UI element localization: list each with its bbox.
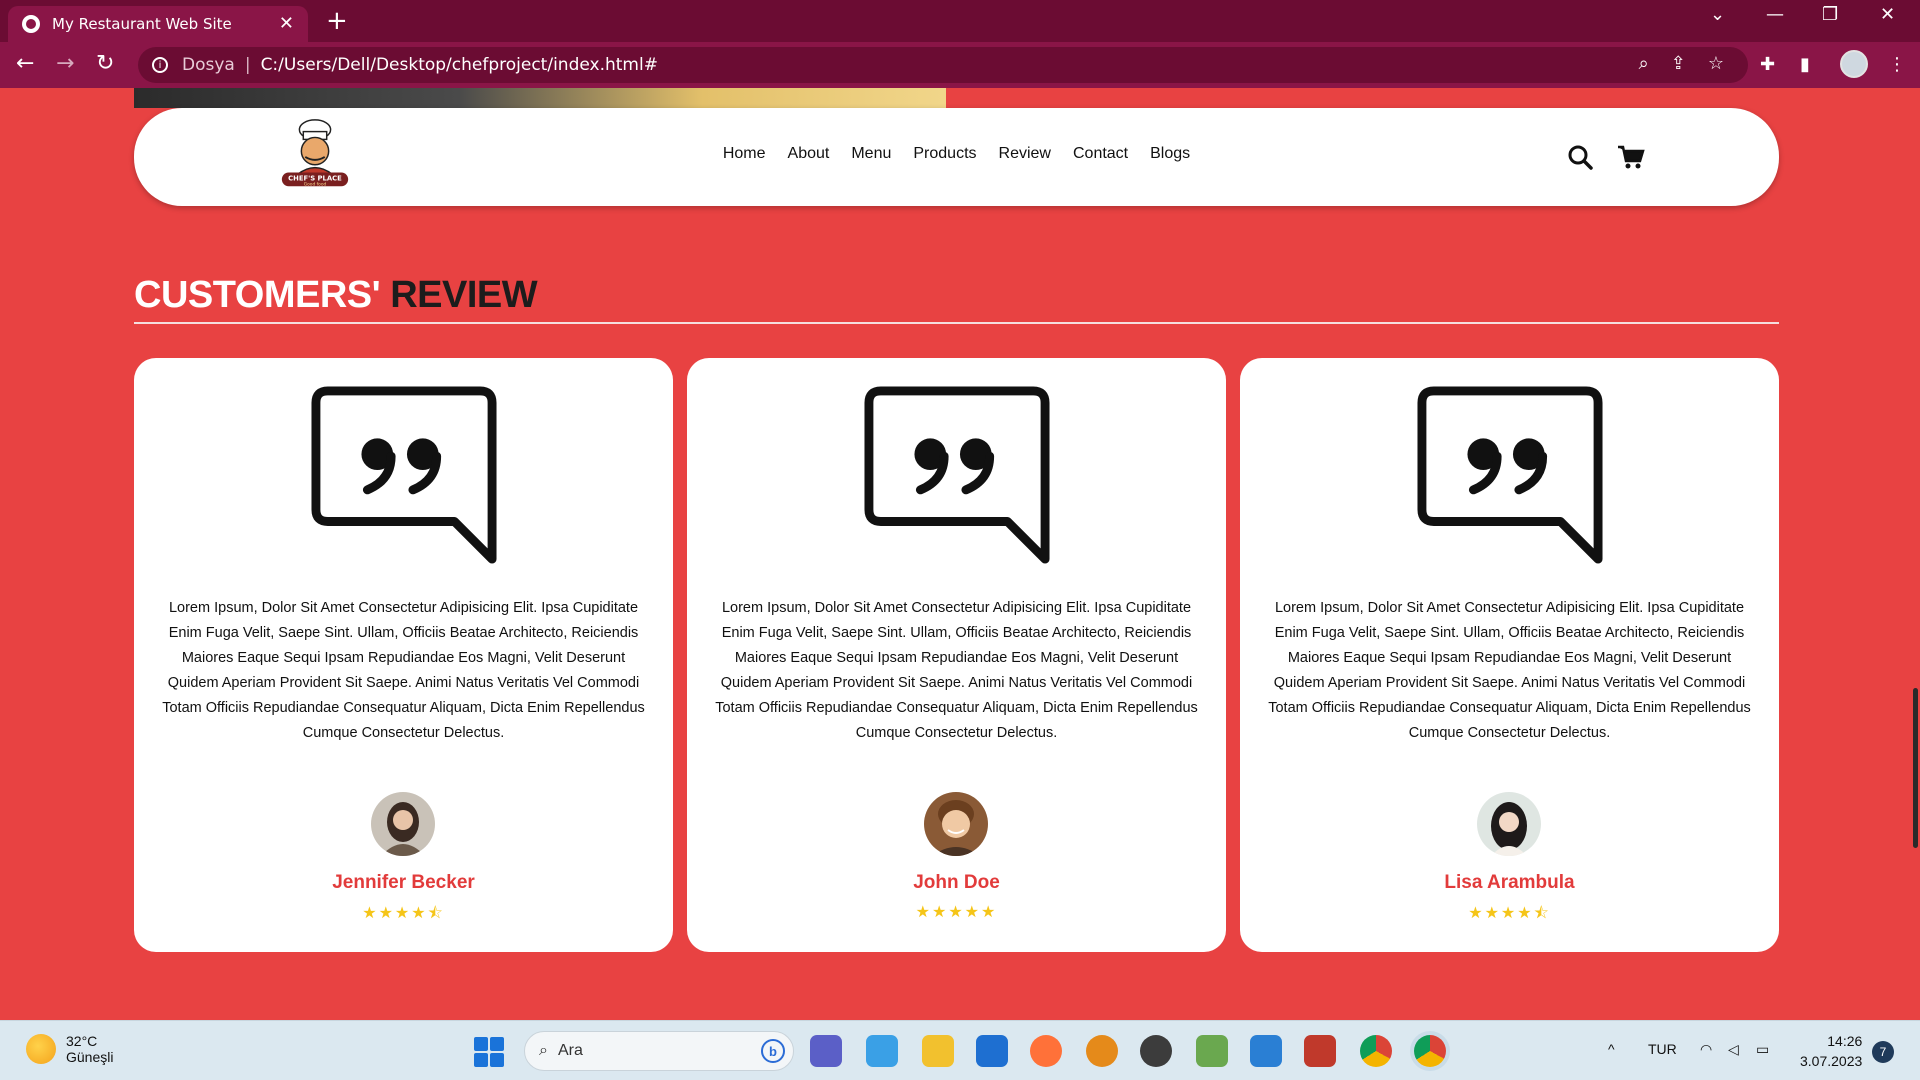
quote-bubble-icon [864,386,1050,564]
tab-title: My Restaurant Web Site [52,15,232,33]
address-bar[interactable]: i Dosya | C:/Users/Dell/Desktop/chefproj… [138,47,1748,83]
minimize-button[interactable]: — [1766,4,1784,25]
chrome-active-icon[interactable] [1414,1035,1446,1067]
rating-stars: ★★★★⯪ [362,903,445,922]
site-info-icon[interactable]: i [152,57,168,73]
hero-image-strip [134,88,946,108]
clock-time: 14:26 [1827,1033,1863,1049]
nav-home[interactable]: Home [723,145,766,163]
taskbar-search-placeholder: Ara [557,1042,583,1059]
share-icon[interactable]: ⇪ [1671,53,1686,74]
browser-menu-icon[interactable]: ⋮ [1888,54,1906,75]
site-navbar: CHEF'S PLACE Good food Home About Menu P… [134,108,1779,206]
url-scheme-label: Dosya [182,55,235,75]
web-page: CHEF'S PLACE Good food Home About Menu P… [0,88,1920,1020]
extensions-icon[interactable]: ✚ [1760,54,1775,75]
reviewer-name: Lisa Arambula [1444,872,1575,893]
taskbar: 32°C Güneşli ⌕ Ara b ^ TUR ◠ ◁ ▭ 14:26 3… [0,1020,1920,1080]
browser-toolbar: ← → ↻ i Dosya | C:/Users/Dell/Desktop/ch… [0,42,1920,88]
recorder-icon[interactable] [1304,1035,1336,1067]
app-icon[interactable] [1140,1035,1172,1067]
review-card: Lorem Ipsum, Dolor Sit Amet Consectetur … [1240,358,1779,952]
browser-tab[interactable]: My Restaurant Web Site ✕ [8,6,308,42]
volume-icon[interactable]: ◁ [1728,1041,1739,1058]
back-button[interactable]: ← [16,50,34,78]
review-cards: Lorem Ipsum, Dolor Sit Amet Consectetur … [134,358,1779,952]
nav-blogs[interactable]: Blogs [1150,145,1190,163]
firefox-icon[interactable] [1030,1035,1062,1067]
review-text: Lorem Ipsum, Dolor Sit Amet Consectetur … [162,600,645,741]
tray-chevron-icon[interactable]: ^ [1608,1041,1615,1057]
review-text: Lorem Ipsum, Dolor Sit Amet Consectetur … [715,600,1198,741]
teams-icon[interactable] [810,1035,842,1067]
page-scrollbar[interactable] [1912,88,1920,1020]
browser-tabstrip: My Restaurant Web Site ✕ + ⌄ — ❐ ✕ [0,0,1920,42]
rating-stars: ★★★★★ [915,902,998,921]
globe-icon [22,15,40,33]
title-divider [134,322,1779,324]
reviewer-name: Jennifer Becker [332,872,475,893]
taskbar-search[interactable]: ⌕ Ara b [524,1031,794,1071]
reviewer-avatar [924,792,988,856]
reviewer-avatar [371,792,435,856]
tab-search-chevron-icon[interactable]: ⌄ [1710,4,1725,25]
weather-widget[interactable]: 32°C Güneşli [26,1033,113,1065]
wifi-icon[interactable]: ◠ [1700,1041,1712,1058]
new-tab-button[interactable]: + [326,8,348,34]
notification-badge[interactable]: 7 [1872,1041,1894,1063]
language-indicator[interactable]: TUR [1648,1041,1677,1057]
side-panel-icon[interactable]: ▮ [1800,54,1810,75]
nav-review[interactable]: Review [999,145,1051,163]
section-title-part1: CUSTOMERS' [134,274,381,316]
magnifier-app-icon[interactable] [1086,1035,1118,1067]
chrome-icon[interactable] [1360,1035,1392,1067]
close-window-button[interactable]: ✕ [1880,4,1895,25]
section-title: CUSTOMERS' REVIEW [134,274,538,317]
bing-icon[interactable]: b [761,1039,785,1063]
nav-icons [1567,144,1645,170]
bookmark-star-icon[interactable]: ☆ [1708,53,1724,74]
reload-button[interactable]: ↻ [96,50,114,78]
cart-icon[interactable] [1617,144,1645,170]
rating-stars: ★★★★⯪ [1468,903,1551,922]
url-text[interactable]: C:/Users/Dell/Desktop/chefproject/index.… [261,55,658,75]
review-text: Lorem Ipsum, Dolor Sit Amet Consectetur … [1268,600,1751,741]
store-icon[interactable] [866,1035,898,1067]
nav-products[interactable]: Products [913,145,976,163]
main-menu: Home About Menu Products Review Contact … [134,145,1779,163]
vscode-icon[interactable] [1250,1035,1282,1067]
restore-button[interactable]: ❐ [1822,4,1838,25]
zoom-icon[interactable]: ⌕ [1639,53,1649,74]
search-icon[interactable] [1567,144,1593,170]
weather-temp: 32°C [66,1033,98,1049]
logo-text: CHEF'S PLACE [288,174,342,182]
battery-icon[interactable]: ▭ [1756,1041,1769,1058]
quote-bubble-icon [311,386,497,564]
weather-desc: Güneşli [66,1049,114,1065]
close-tab-icon[interactable]: ✕ [279,15,294,33]
paint-icon[interactable] [1196,1035,1228,1067]
nav-about[interactable]: About [788,145,830,163]
clock[interactable]: 14:26 3.07.2023 [1800,1031,1862,1071]
omnibox-actions: ⌕ ⇪ ☆ [1639,53,1724,74]
start-button[interactable] [474,1037,504,1067]
mail-icon[interactable] [976,1035,1008,1067]
forward-button[interactable]: → [56,50,74,78]
reviewer-name: John Doe [913,872,1000,893]
reviewer-avatar [1477,792,1541,856]
section-title-part2: REVIEW [380,274,538,316]
logo-subtext: Good food [304,182,327,188]
file-explorer-icon[interactable] [922,1035,954,1067]
review-card: Lorem Ipsum, Dolor Sit Amet Consectetur … [687,358,1226,952]
sun-icon [26,1034,56,1064]
url-separator: | [244,55,251,75]
scrollbar-thumb[interactable] [1913,688,1918,848]
review-card: Lorem Ipsum, Dolor Sit Amet Consectetur … [134,358,673,952]
quote-bubble-icon [1417,386,1603,564]
nav-menu[interactable]: Menu [851,145,891,163]
nav-contact[interactable]: Contact [1073,145,1128,163]
profile-avatar[interactable] [1840,50,1868,78]
search-icon: ⌕ [539,1042,548,1059]
clock-date: 3.07.2023 [1800,1053,1863,1069]
